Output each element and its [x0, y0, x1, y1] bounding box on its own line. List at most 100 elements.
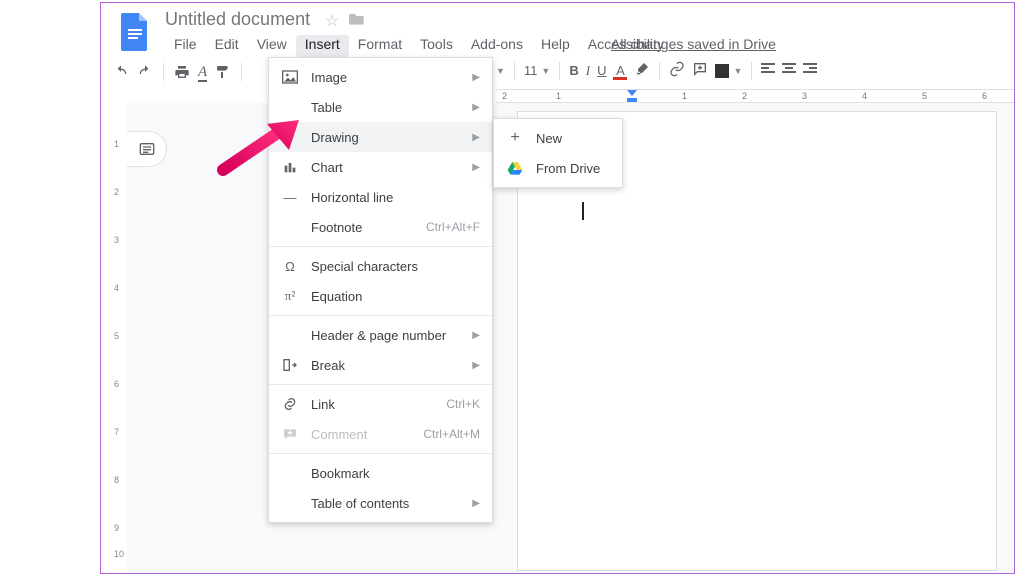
insert-table[interactable]: Table ▶ — [269, 92, 492, 122]
menu-label: Header & page number — [311, 328, 460, 343]
menu-file[interactable]: File — [165, 35, 206, 57]
spellcheck-icon[interactable]: A — [198, 64, 207, 81]
menu-addons[interactable]: Add-ons — [462, 35, 532, 57]
insert-footnote[interactable]: Footnote Ctrl+Alt+F — [269, 212, 492, 242]
ruler-label: 1 — [114, 139, 119, 149]
horizontal-ruler[interactable]: 2 1 1 2 3 4 5 6 7 — [496, 89, 1014, 103]
underline-button[interactable]: U — [597, 63, 606, 78]
menu-label: Bookmark — [311, 466, 480, 481]
drawing-from-drive[interactable]: From Drive — [494, 153, 622, 183]
menu-format[interactable]: Format — [349, 35, 411, 57]
insert-horizontal-line[interactable]: — Horizontal line — [269, 182, 492, 212]
submenu-arrow-icon: ▶ — [472, 102, 480, 113]
ruler-label: 2 — [114, 187, 119, 197]
menu-shortcut: Ctrl+Alt+M — [423, 427, 480, 441]
align-center-icon[interactable] — [782, 63, 796, 78]
text-color-button[interactable]: A — [613, 63, 627, 78]
document-outline-toggle[interactable] — [127, 131, 167, 167]
ruler-label: 7 — [114, 427, 119, 437]
image-icon — [281, 70, 299, 84]
undo-icon[interactable] — [113, 64, 129, 80]
ruler-label: 2 — [502, 91, 507, 101]
save-status[interactable]: All changes saved in Drive — [611, 36, 776, 52]
insert-chart[interactable]: Chart ▶ — [269, 152, 492, 182]
insert-link[interactable]: Link Ctrl+K — [269, 389, 492, 419]
menu-label: Break — [311, 358, 460, 373]
ruler-label: 5 — [922, 91, 927, 101]
menu-label: Special characters — [311, 259, 480, 274]
submenu-arrow-icon: ▶ — [472, 360, 480, 371]
ruler-label: 1 — [556, 91, 561, 101]
style-dropdown[interactable]: ▼ — [496, 66, 505, 76]
indent-marker-icon[interactable] — [626, 89, 638, 103]
ruler-label: 3 — [802, 91, 807, 101]
menu-label: Table — [311, 100, 460, 115]
menu-edit[interactable]: Edit — [206, 35, 248, 57]
menu-label: From Drive — [536, 161, 610, 176]
document-title[interactable]: Untitled document — [165, 9, 310, 30]
ruler-label: 1 — [682, 91, 687, 101]
menu-tools[interactable]: Tools — [411, 35, 462, 57]
menu-label: Image — [311, 70, 460, 85]
ruler-label: 9 — [114, 523, 119, 533]
insert-header-page-number[interactable]: Header & page number ▶ — [269, 320, 492, 350]
separator — [163, 63, 164, 81]
menu-insert[interactable]: Insert — [296, 35, 349, 57]
menu-view[interactable]: View — [248, 35, 296, 57]
ruler-label: 6 — [982, 91, 987, 101]
align-left-icon[interactable] — [761, 63, 775, 78]
ruler-label: 5 — [114, 331, 119, 341]
link-icon — [281, 397, 299, 411]
menubar: File Edit View Insert Format Tools Add-o… — [165, 35, 673, 57]
drive-icon — [506, 161, 524, 175]
paint-format-icon[interactable] — [215, 64, 231, 80]
drawing-submenu: + New From Drive — [493, 118, 623, 188]
move-folder-icon[interactable] — [349, 11, 365, 30]
insert-special-chars[interactable]: Ω Special characters — [269, 251, 492, 281]
menu-shortcut: Ctrl+Alt+F — [426, 220, 480, 234]
hline-icon: — — [281, 190, 299, 205]
menu-label: Footnote — [311, 220, 414, 235]
menu-label: Chart — [311, 160, 460, 175]
insert-comment: Comment Ctrl+Alt+M — [269, 419, 492, 449]
star-icon[interactable]: ☆ — [325, 11, 339, 31]
align-right-icon[interactable] — [803, 63, 817, 78]
ruler-label: 10 — [114, 549, 124, 559]
separator — [241, 63, 242, 81]
drawing-new[interactable]: + New — [494, 123, 622, 153]
highlight-color-button[interactable] — [634, 61, 650, 80]
vertical-ruler[interactable]: 1 2 3 4 5 6 7 8 9 10 — [111, 103, 127, 573]
print-icon[interactable] — [174, 64, 190, 80]
text-cursor — [582, 202, 584, 220]
redo-icon[interactable] — [137, 64, 153, 80]
insert-link-icon[interactable] — [669, 61, 685, 80]
insert-drawing[interactable]: Drawing ▶ — [269, 122, 492, 152]
equation-icon: π² — [281, 288, 299, 304]
add-comment-icon[interactable] — [692, 61, 708, 80]
menu-shortcut: Ctrl+K — [446, 397, 480, 411]
font-size-dropdown[interactable]: 11 ▼ — [524, 63, 550, 78]
insert-bookmark[interactable]: Bookmark — [269, 458, 492, 488]
special-char-icon: Ω — [281, 259, 299, 274]
submenu-arrow-icon: ▶ — [472, 498, 480, 509]
separator — [751, 62, 752, 80]
menu-label: Horizontal line — [311, 190, 480, 205]
insert-toc[interactable]: Table of contents ▶ — [269, 488, 492, 518]
break-icon — [281, 358, 299, 372]
insert-equation[interactable]: π² Equation — [269, 281, 492, 311]
menu-help[interactable]: Help — [532, 35, 579, 57]
comment-icon — [281, 427, 299, 441]
insert-break[interactable]: Break ▶ — [269, 350, 492, 380]
insert-image-toolbar[interactable]: ▼ — [715, 64, 742, 78]
docs-logo-icon[interactable] — [119, 11, 151, 51]
bold-button[interactable]: B — [569, 63, 578, 78]
separator — [659, 62, 660, 80]
chart-icon — [281, 160, 299, 174]
italic-button[interactable]: I — [586, 63, 590, 79]
menu-label: Equation — [311, 289, 480, 304]
plus-icon: + — [506, 129, 524, 147]
ruler-label: 8 — [114, 475, 119, 485]
menu-label: Link — [311, 397, 434, 412]
ruler-label: 4 — [114, 283, 119, 293]
insert-image[interactable]: Image ▶ — [269, 62, 492, 92]
